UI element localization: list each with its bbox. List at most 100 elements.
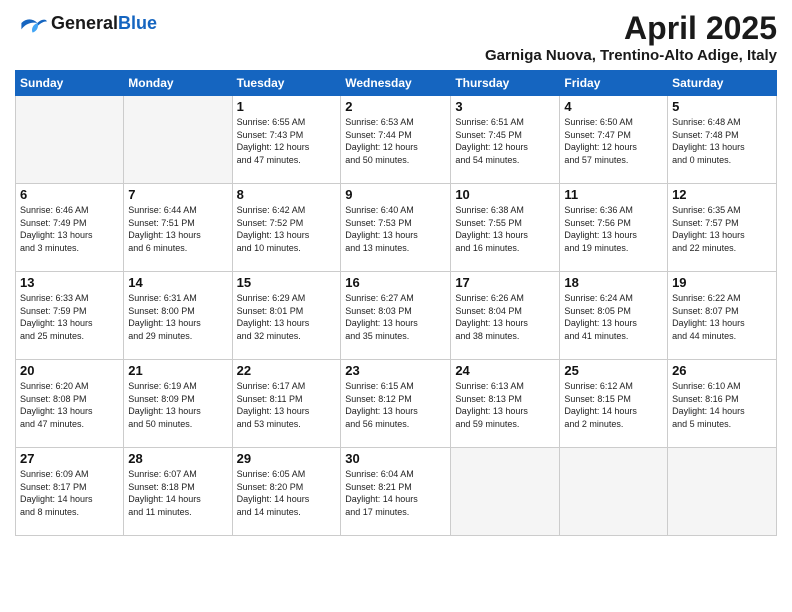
day-info: Sunrise: 6:29 AM Sunset: 8:01 PM Dayligh… [237, 292, 337, 342]
day-info: Sunrise: 6:04 AM Sunset: 8:21 PM Dayligh… [345, 468, 446, 518]
calendar-cell: 23Sunrise: 6:15 AM Sunset: 8:12 PM Dayli… [341, 360, 451, 448]
day-info: Sunrise: 6:15 AM Sunset: 8:12 PM Dayligh… [345, 380, 446, 430]
day-number: 26 [672, 363, 772, 378]
day-info: Sunrise: 6:17 AM Sunset: 8:11 PM Dayligh… [237, 380, 337, 430]
calendar-header-sunday: Sunday [16, 71, 124, 96]
calendar-cell: 10 Sunrise: 6:38 AM Sunset: 7:55 PM Dayli… [451, 184, 560, 272]
day-number: 17 [455, 275, 555, 290]
calendar-cell: 3 Sunrise: 6:51 AM Sunset: 7:45 PM Daylig… [451, 96, 560, 184]
calendar-cell: 11Sunrise: 6:36 AM Sunset: 7:56 PM Dayli… [560, 184, 668, 272]
day-info: Sunrise: 6:51 AM Sunset: 7:45 PM Dayligh… [455, 116, 555, 166]
calendar-cell: 12 Sunrise: 6:35 AM Sunset: 7:57 PM Dayli… [668, 184, 777, 272]
title-block: April 2025 Garniga Nuova, Trentino-Alto … [485, 10, 777, 64]
logo: GeneralBlue [15, 10, 157, 36]
page-subtitle: Garniga Nuova, Trentino-Alto Adige, Ital… [485, 47, 777, 64]
calendar-cell [451, 448, 560, 536]
calendar-cell: 2Sunrise: 6:53 AM Sunset: 7:44 PM Daylig… [341, 96, 451, 184]
day-number: 28 [128, 451, 227, 466]
day-info: Sunrise: 6:40 AM Sunset: 7:53 PM Dayligh… [345, 204, 446, 254]
day-info: Sunrise: 6:42 AM Sunset: 7:52 PM Dayligh… [237, 204, 337, 254]
calendar-cell [560, 448, 668, 536]
calendar-week-row: 13Sunrise: 6:33 AM Sunset: 7:59 PM Dayli… [16, 272, 777, 360]
day-info: Sunrise: 6:55 AM Sunset: 7:43 PM Dayligh… [237, 116, 337, 166]
day-number: 6 [20, 187, 119, 202]
calendar-cell: 25Sunrise: 6:12 AM Sunset: 8:15 PM Dayli… [560, 360, 668, 448]
day-info: Sunrise: 6:48 AM Sunset: 7:48 PM Dayligh… [672, 116, 772, 166]
calendar-cell: 24 Sunrise: 6:13 AM Sunset: 8:13 PM Dayli… [451, 360, 560, 448]
day-info: Sunrise: 6:07 AM Sunset: 8:18 PM Dayligh… [128, 468, 227, 518]
day-number: 13 [20, 275, 119, 290]
day-info: Sunrise: 6:10 AM Sunset: 8:16 PM Dayligh… [672, 380, 772, 430]
day-number: 27 [20, 451, 119, 466]
calendar-cell: 16Sunrise: 6:27 AM Sunset: 8:03 PM Dayli… [341, 272, 451, 360]
day-number: 2 [345, 99, 446, 114]
calendar-cell: 27Sunrise: 6:09 AM Sunset: 8:17 PM Dayli… [16, 448, 124, 536]
day-number: 8 [237, 187, 337, 202]
day-number: 3 [455, 99, 555, 114]
calendar-week-row: 6 Sunrise: 6:46 AM Sunset: 7:49 PM Daylig… [16, 184, 777, 272]
calendar-cell: 19 Sunrise: 6:22 AM Sunset: 8:07 PM Dayli… [668, 272, 777, 360]
calendar-cell: 9 Sunrise: 6:40 AM Sunset: 7:53 PM Daylig… [341, 184, 451, 272]
day-info: Sunrise: 6:35 AM Sunset: 7:57 PM Dayligh… [672, 204, 772, 254]
calendar-cell: 30 Sunrise: 6:04 AM Sunset: 8:21 PM Dayli… [341, 448, 451, 536]
page: GeneralBlue April 2025 Garniga Nuova, Tr… [0, 0, 792, 612]
calendar-cell: 29 Sunrise: 6:05 AM Sunset: 8:20 PM Dayli… [232, 448, 341, 536]
day-info: Sunrise: 6:27 AM Sunset: 8:03 PM Dayligh… [345, 292, 446, 342]
day-info: Sunrise: 6:26 AM Sunset: 8:04 PM Dayligh… [455, 292, 555, 342]
calendar-cell: 14 Sunrise: 6:31 AM Sunset: 8:00 PM Dayli… [124, 272, 232, 360]
page-title: April 2025 [485, 10, 777, 47]
calendar-cell: 4Sunrise: 6:50 AM Sunset: 7:47 PM Daylig… [560, 96, 668, 184]
day-info: Sunrise: 6:22 AM Sunset: 8:07 PM Dayligh… [672, 292, 772, 342]
calendar-cell [668, 448, 777, 536]
calendar-header-saturday: Saturday [668, 71, 777, 96]
calendar-cell: 26 Sunrise: 6:10 AM Sunset: 8:16 PM Dayli… [668, 360, 777, 448]
day-info: Sunrise: 6:31 AM Sunset: 8:00 PM Dayligh… [128, 292, 227, 342]
day-number: 19 [672, 275, 772, 290]
day-number: 10 [455, 187, 555, 202]
day-number: 9 [345, 187, 446, 202]
day-number: 25 [564, 363, 663, 378]
day-number: 29 [237, 451, 337, 466]
calendar-cell: 28 Sunrise: 6:07 AM Sunset: 8:18 PM Dayli… [124, 448, 232, 536]
day-number: 5 [672, 99, 772, 114]
calendar-cell: 1 Sunrise: 6:55 AM Sunset: 7:43 PM Daylig… [232, 96, 341, 184]
day-info: Sunrise: 6:05 AM Sunset: 8:20 PM Dayligh… [237, 468, 337, 518]
calendar-cell: 5 Sunrise: 6:48 AM Sunset: 7:48 PM Daylig… [668, 96, 777, 184]
day-number: 4 [564, 99, 663, 114]
day-info: Sunrise: 6:38 AM Sunset: 7:55 PM Dayligh… [455, 204, 555, 254]
day-number: 12 [672, 187, 772, 202]
calendar-cell: 7Sunrise: 6:44 AM Sunset: 7:51 PM Daylig… [124, 184, 232, 272]
calendar-header-thursday: Thursday [451, 71, 560, 96]
day-info: Sunrise: 6:24 AM Sunset: 8:05 PM Dayligh… [564, 292, 663, 342]
logo-text: GeneralBlue [51, 14, 157, 32]
calendar-cell: 18 Sunrise: 6:24 AM Sunset: 8:05 PM Dayli… [560, 272, 668, 360]
calendar-header-friday: Friday [560, 71, 668, 96]
calendar-cell: 15 Sunrise: 6:29 AM Sunset: 8:01 PM Dayli… [232, 272, 341, 360]
day-number: 30 [345, 451, 446, 466]
calendar-cell: 17 Sunrise: 6:26 AM Sunset: 8:04 PM Dayli… [451, 272, 560, 360]
calendar-header-wednesday: Wednesday [341, 71, 451, 96]
calendar-cell: 21Sunrise: 6:19 AM Sunset: 8:09 PM Dayli… [124, 360, 232, 448]
day-number: 21 [128, 363, 227, 378]
day-number: 24 [455, 363, 555, 378]
calendar-cell: 20Sunrise: 6:20 AM Sunset: 8:08 PM Dayli… [16, 360, 124, 448]
day-number: 7 [128, 187, 227, 202]
day-number: 22 [237, 363, 337, 378]
calendar-cell: 13Sunrise: 6:33 AM Sunset: 7:59 PM Dayli… [16, 272, 124, 360]
calendar-header-row: SundayMondayTuesdayWednesdayThursdayFrid… [16, 71, 777, 96]
day-number: 1 [237, 99, 337, 114]
day-info: Sunrise: 6:46 AM Sunset: 7:49 PM Dayligh… [20, 204, 119, 254]
day-number: 11 [564, 187, 663, 202]
day-info: Sunrise: 6:13 AM Sunset: 8:13 PM Dayligh… [455, 380, 555, 430]
calendar-cell [124, 96, 232, 184]
calendar-table: SundayMondayTuesdayWednesdayThursdayFrid… [15, 70, 777, 536]
calendar-cell: 6 Sunrise: 6:46 AM Sunset: 7:49 PM Daylig… [16, 184, 124, 272]
logo-icon [15, 10, 47, 36]
day-number: 18 [564, 275, 663, 290]
calendar-header-monday: Monday [124, 71, 232, 96]
day-number: 15 [237, 275, 337, 290]
calendar-cell: 22 Sunrise: 6:17 AM Sunset: 8:11 PM Dayli… [232, 360, 341, 448]
day-number: 14 [128, 275, 227, 290]
calendar-week-row: 27Sunrise: 6:09 AM Sunset: 8:17 PM Dayli… [16, 448, 777, 536]
calendar-cell [16, 96, 124, 184]
